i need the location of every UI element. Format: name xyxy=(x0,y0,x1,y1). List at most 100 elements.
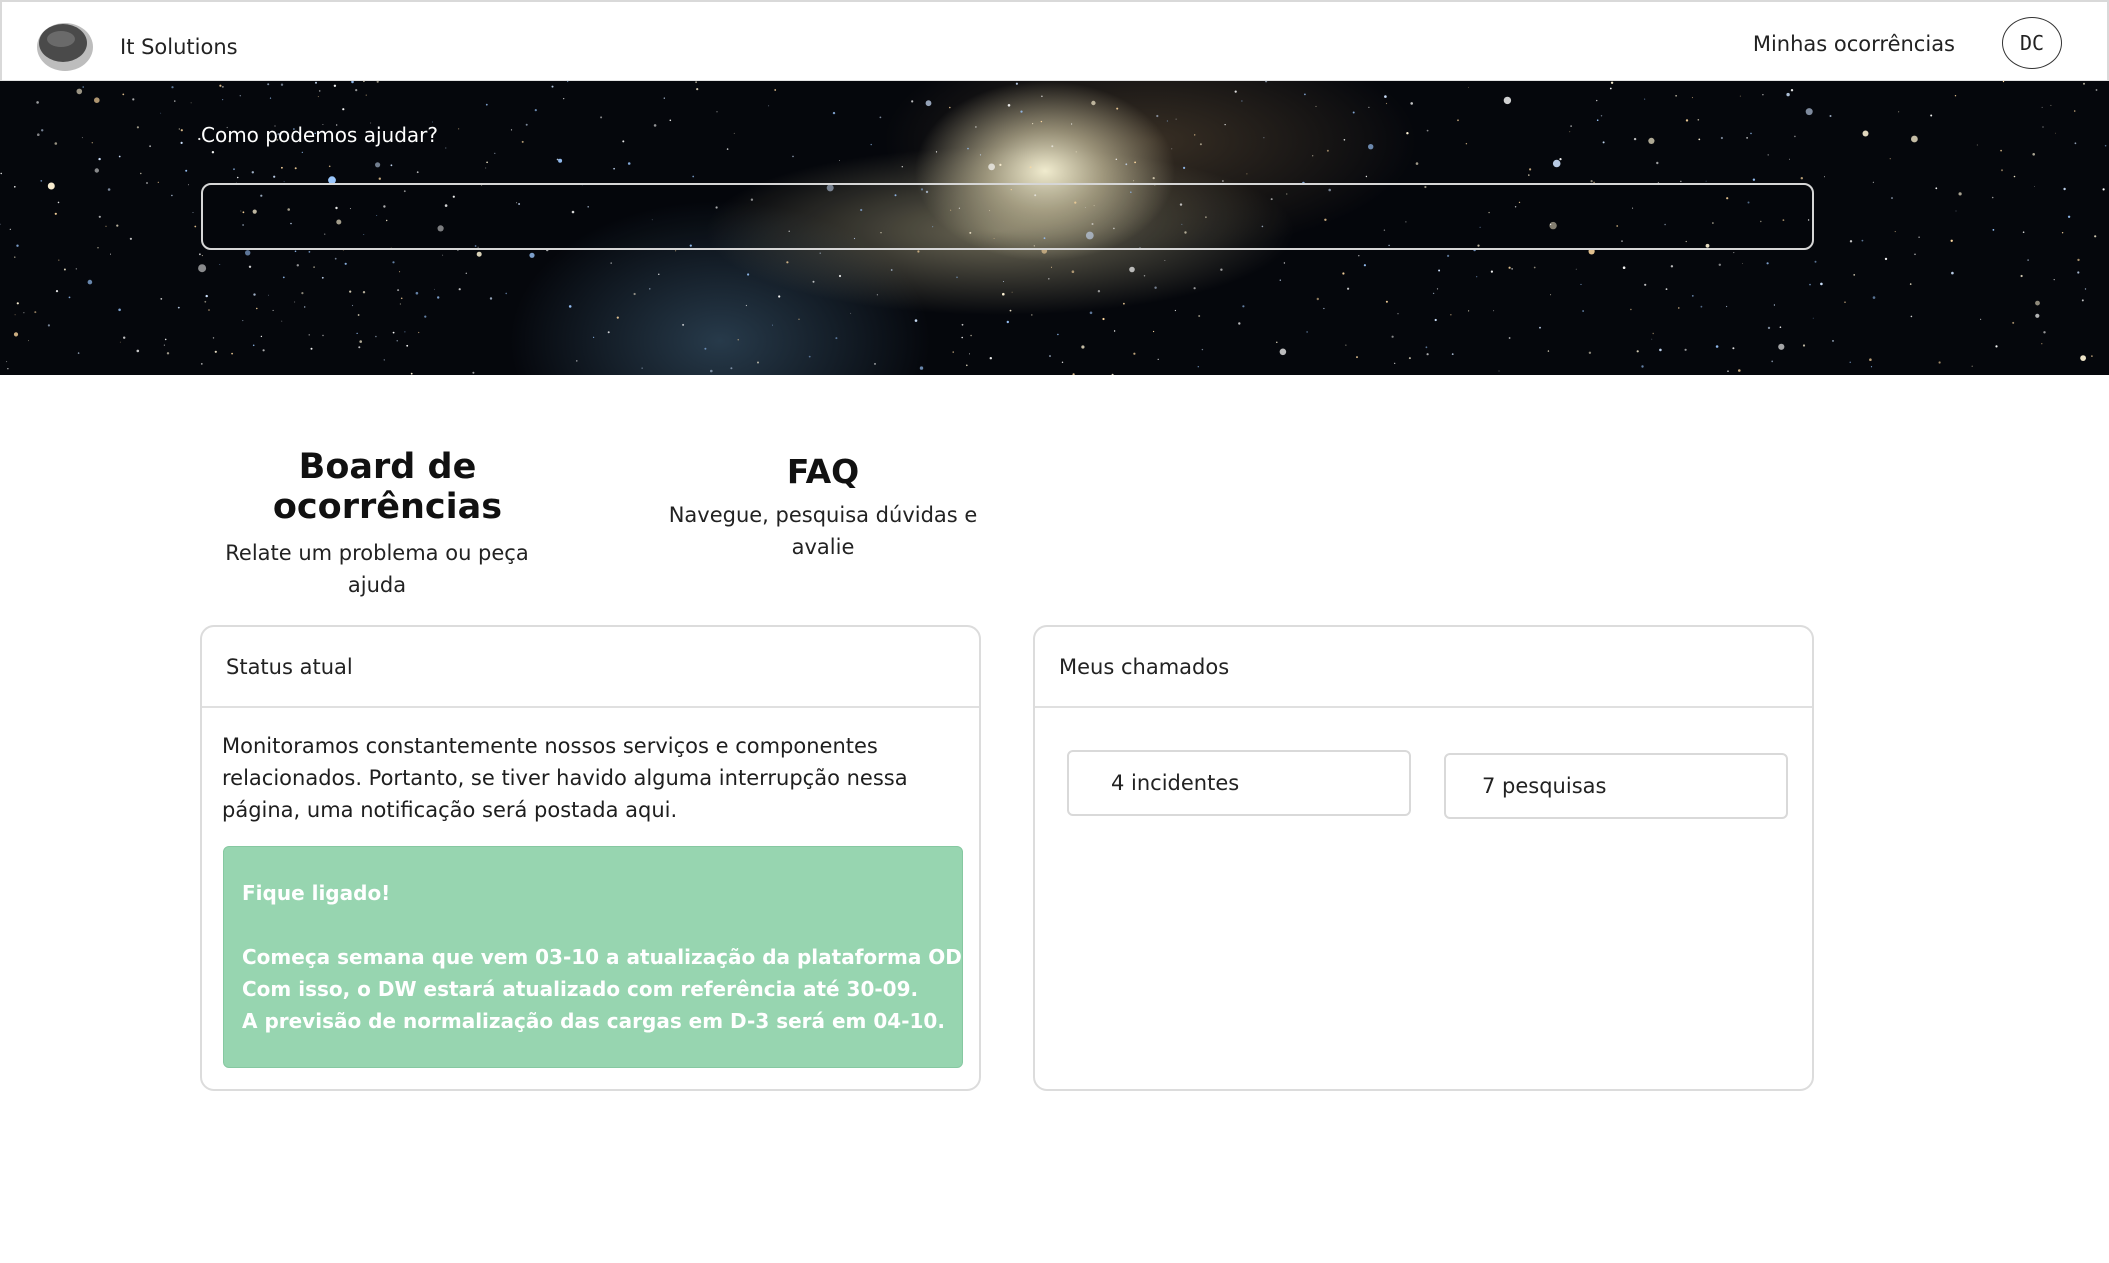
star xyxy=(1238,322,1241,325)
star xyxy=(98,215,101,218)
star xyxy=(397,289,400,292)
star xyxy=(778,295,781,298)
star xyxy=(529,252,535,258)
star xyxy=(136,349,140,353)
faq-title: FAQ xyxy=(786,452,860,491)
star xyxy=(222,99,224,101)
star xyxy=(2084,288,2087,290)
star xyxy=(205,294,208,298)
star xyxy=(2013,175,2016,178)
star xyxy=(7,368,9,370)
star xyxy=(166,352,170,355)
star xyxy=(505,292,508,295)
star xyxy=(975,126,977,128)
star xyxy=(1133,352,1136,355)
search-input[interactable] xyxy=(201,183,1814,250)
star xyxy=(9,228,11,230)
star xyxy=(876,294,879,296)
star xyxy=(772,324,773,326)
star xyxy=(54,212,57,215)
star xyxy=(252,344,255,347)
star xyxy=(747,273,750,276)
star xyxy=(365,94,367,96)
star xyxy=(2001,169,2003,172)
star xyxy=(458,128,460,130)
star xyxy=(317,96,319,98)
star xyxy=(1343,139,1346,141)
company-logo-icon[interactable] xyxy=(36,20,94,72)
my-occurrences-link[interactable]: Minhas ocorrências xyxy=(1753,32,1955,56)
star xyxy=(1732,347,1735,350)
star xyxy=(1498,370,1500,372)
user-avatar[interactable]: DC xyxy=(2002,17,2062,69)
star xyxy=(967,147,969,150)
star xyxy=(890,269,893,271)
star xyxy=(774,89,777,91)
star xyxy=(1048,278,1050,280)
star xyxy=(174,100,176,102)
star xyxy=(2080,355,2087,361)
star xyxy=(949,106,951,109)
surveys-button[interactable]: 7 pesquisas xyxy=(1444,753,1788,819)
star xyxy=(1935,187,1938,190)
star xyxy=(253,293,256,296)
star xyxy=(1938,361,1941,364)
star xyxy=(81,137,83,139)
star xyxy=(1596,119,1599,121)
star xyxy=(160,298,163,300)
star xyxy=(704,347,707,350)
star xyxy=(1559,158,1562,161)
star xyxy=(1550,294,1552,296)
star xyxy=(737,339,739,341)
star xyxy=(839,160,840,161)
star xyxy=(1385,300,1388,303)
star xyxy=(1872,181,1874,183)
star xyxy=(129,237,132,240)
star xyxy=(1089,311,1093,315)
star xyxy=(1805,108,1813,116)
faq-shortcut[interactable]: FAQ Navegue, pesquisa dúvidas e avalie xyxy=(663,452,983,563)
star xyxy=(16,302,19,305)
star xyxy=(1201,348,1204,351)
star xyxy=(1829,115,1832,117)
star xyxy=(1809,283,1811,286)
star xyxy=(1246,173,1248,175)
star xyxy=(989,357,992,360)
board-shortcut[interactable]: Board de ocorrências Relate um problema … xyxy=(200,447,575,601)
star xyxy=(1779,326,1782,328)
star xyxy=(1164,260,1166,261)
top-bar: It Solutions Minhas ocorrências DC xyxy=(0,0,2109,81)
star xyxy=(351,81,354,84)
star xyxy=(1410,102,1413,105)
star xyxy=(627,162,631,165)
star xyxy=(2012,321,2015,324)
star xyxy=(1575,268,1577,270)
star xyxy=(2000,149,2002,152)
star xyxy=(1425,346,1428,349)
star xyxy=(1450,314,1452,316)
star xyxy=(211,151,215,154)
star xyxy=(1644,98,1646,100)
star xyxy=(682,323,685,326)
star xyxy=(13,332,19,337)
star xyxy=(415,291,419,295)
star xyxy=(262,349,265,352)
star xyxy=(1869,358,1872,362)
star xyxy=(1733,252,1735,254)
star xyxy=(1391,335,1394,338)
star xyxy=(2061,232,2064,234)
star xyxy=(850,312,852,314)
star xyxy=(199,253,201,256)
star xyxy=(465,272,467,274)
star xyxy=(1930,114,1933,117)
star xyxy=(1111,373,1114,375)
star xyxy=(1265,81,1268,83)
star xyxy=(879,116,882,119)
star xyxy=(1622,266,1626,269)
star xyxy=(1116,107,1119,110)
star xyxy=(118,155,121,158)
star xyxy=(1771,360,1774,363)
star xyxy=(485,167,487,169)
incidents-button[interactable]: 4 incidentes xyxy=(1067,750,1411,816)
surveys-label: 7 pesquisas xyxy=(1482,774,1607,798)
